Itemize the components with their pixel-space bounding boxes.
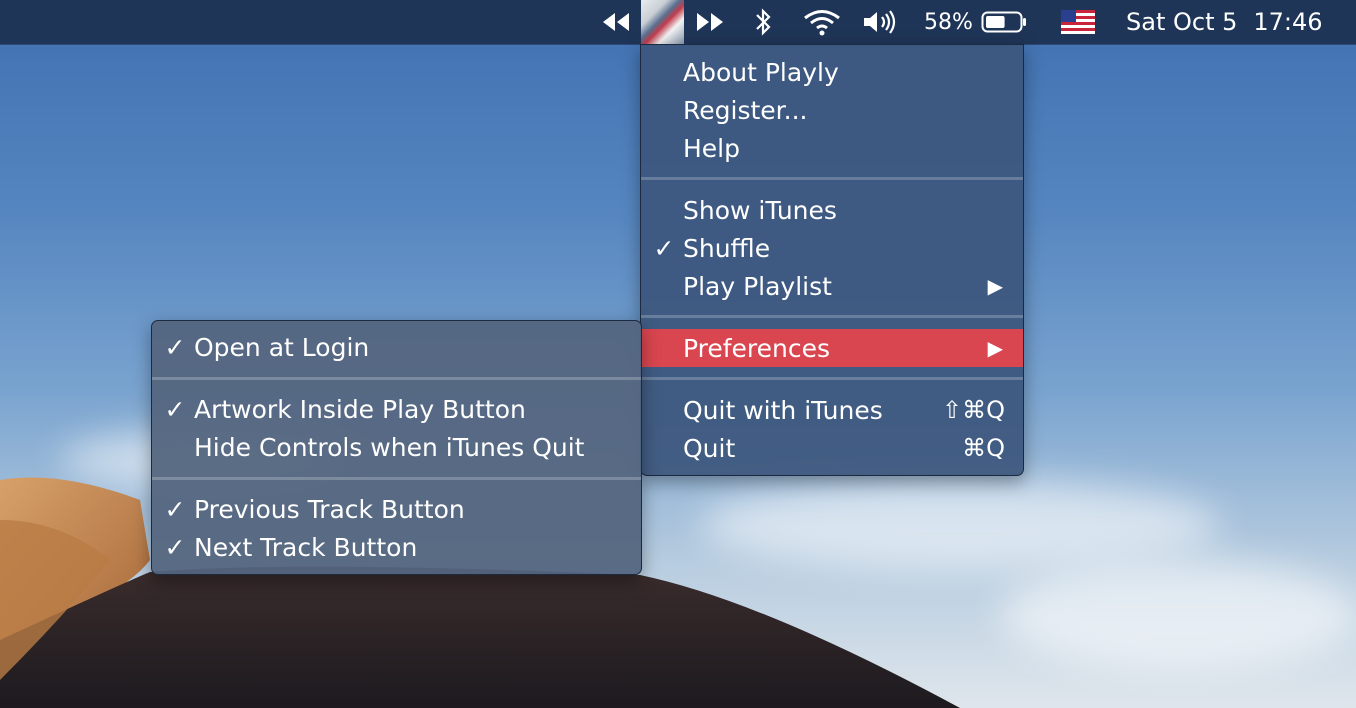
- menu-separator: [641, 377, 1023, 380]
- menu-item-preferences[interactable]: Preferences ▶: [641, 329, 1023, 367]
- fast-forward-icon[interactable]: [690, 0, 730, 44]
- rewind-icon[interactable]: [596, 0, 636, 44]
- menu-item-label: Hide Controls when iTunes Quit: [194, 432, 585, 462]
- menu-item-label: Quit: [683, 433, 736, 463]
- keyboard-shortcut: ⇧⌘Q: [942, 396, 1005, 424]
- menu-item-open-at-login[interactable]: ✓ Open at Login: [152, 328, 641, 366]
- menu-item-label: Preferences: [683, 333, 831, 363]
- date-text: Sat Oct 5: [1126, 8, 1238, 36]
- time-text: 17:46: [1253, 8, 1323, 36]
- playly-menu: About Playly Register... Help Show iTune…: [640, 44, 1024, 476]
- menu-item-label: Play Playlist: [683, 271, 832, 301]
- menu-item-label: Open at Login: [194, 332, 370, 362]
- checkmark-icon: ✓: [653, 233, 675, 263]
- menu-separator: [641, 177, 1023, 180]
- menu-separator: [641, 315, 1023, 318]
- battery-icon: [981, 11, 1026, 33]
- menu-item-previous-track[interactable]: ✓ Previous Track Button: [152, 490, 641, 528]
- menu-item-quit[interactable]: Quit ⌘Q: [641, 429, 1023, 467]
- menu-item-play-playlist[interactable]: Play Playlist ▶: [641, 267, 1023, 305]
- wifi-icon[interactable]: [800, 0, 844, 44]
- menu-separator: [152, 377, 641, 380]
- menu-item-label: Next Track Button: [194, 532, 418, 562]
- checkmark-icon: ✓: [164, 332, 186, 362]
- menu-item-label: Artwork Inside Play Button: [194, 394, 526, 424]
- menu-item-hide-controls[interactable]: Hide Controls when iTunes Quit: [152, 428, 641, 466]
- menu-item-label: Show iTunes: [683, 195, 837, 225]
- menu-item-help[interactable]: Help: [641, 129, 1023, 167]
- menu-bar: 58% Sat Oct 5 17:46: [0, 0, 1356, 45]
- checkmark-icon: ✓: [164, 494, 186, 524]
- menu-item-quit-with-itunes[interactable]: Quit with iTunes ⇧⌘Q: [641, 391, 1023, 429]
- volume-icon[interactable]: [860, 0, 900, 44]
- menu-item-show-itunes[interactable]: Show iTunes: [641, 191, 1023, 229]
- preferences-submenu: ✓ Open at Login ✓ Artwork Inside Play Bu…: [151, 320, 642, 575]
- menu-item-label: Register...: [683, 95, 808, 125]
- menu-item-label: About Playly: [683, 57, 839, 87]
- submenu-arrow-icon: ▶: [987, 274, 1003, 298]
- menu-item-label: Shuffle: [683, 233, 771, 263]
- menu-item-artwork-inside-play[interactable]: ✓ Artwork Inside Play Button: [152, 390, 641, 428]
- checkmark-icon: ✓: [164, 394, 186, 424]
- clock[interactable]: Sat Oct 5 17:46: [1126, 0, 1340, 44]
- menu-item-next-track[interactable]: ✓ Next Track Button: [152, 528, 641, 566]
- menu-item-about[interactable]: About Playly: [641, 53, 1023, 91]
- checkmark-icon: ✓: [164, 532, 186, 562]
- artwork-thumbnail[interactable]: [641, 0, 684, 44]
- menu-separator: [152, 477, 641, 480]
- battery-percent: 58%: [924, 9, 973, 35]
- bluetooth-icon[interactable]: [748, 0, 778, 44]
- menu-item-shuffle[interactable]: ✓ Shuffle: [641, 229, 1023, 267]
- us-flag-icon[interactable]: [1060, 0, 1096, 44]
- submenu-arrow-icon: ▶: [987, 336, 1003, 360]
- menu-item-register[interactable]: Register...: [641, 91, 1023, 129]
- menu-item-label: Previous Track Button: [194, 494, 465, 524]
- battery-status[interactable]: 58%: [924, 0, 1034, 44]
- menu-item-label: Help: [683, 133, 740, 163]
- keyboard-shortcut: ⌘Q: [962, 434, 1005, 462]
- menu-item-label: Quit with iTunes: [683, 395, 883, 425]
